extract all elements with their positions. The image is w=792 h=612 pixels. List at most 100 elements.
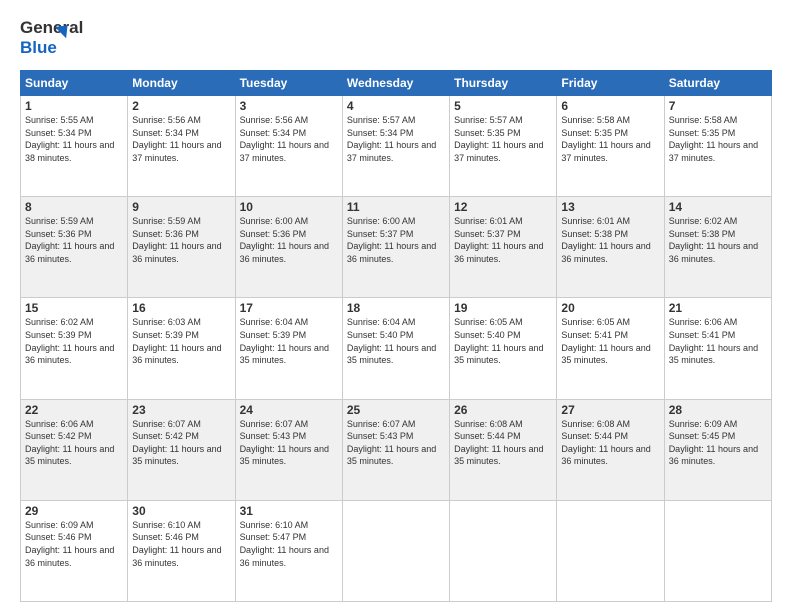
calendar-week-2: 8Sunrise: 5:59 AMSunset: 5:36 PMDaylight… (21, 197, 772, 298)
calendar-cell: 23Sunrise: 6:07 AMSunset: 5:42 PMDayligh… (128, 399, 235, 500)
day-info: Sunrise: 5:56 AMSunset: 5:34 PMDaylight:… (240, 114, 338, 164)
day-number: 18 (347, 301, 445, 315)
calendar-cell: 1Sunrise: 5:55 AMSunset: 5:34 PMDaylight… (21, 96, 128, 197)
calendar-cell: 11Sunrise: 6:00 AMSunset: 5:37 PMDayligh… (342, 197, 449, 298)
day-info: Sunrise: 5:58 AMSunset: 5:35 PMDaylight:… (669, 114, 767, 164)
day-number: 23 (132, 403, 230, 417)
day-number: 24 (240, 403, 338, 417)
calendar-cell: 3Sunrise: 5:56 AMSunset: 5:34 PMDaylight… (235, 96, 342, 197)
calendar-week-5: 29Sunrise: 6:09 AMSunset: 5:46 PMDayligh… (21, 500, 772, 601)
calendar-cell: 28Sunrise: 6:09 AMSunset: 5:45 PMDayligh… (664, 399, 771, 500)
calendar-cell: 25Sunrise: 6:07 AMSunset: 5:43 PMDayligh… (342, 399, 449, 500)
calendar-header-friday: Friday (557, 71, 664, 96)
day-number: 14 (669, 200, 767, 214)
calendar-cell: 20Sunrise: 6:05 AMSunset: 5:41 PMDayligh… (557, 298, 664, 399)
calendar-header-saturday: Saturday (664, 71, 771, 96)
calendar-cell: 12Sunrise: 6:01 AMSunset: 5:37 PMDayligh… (450, 197, 557, 298)
calendar-cell: 2Sunrise: 5:56 AMSunset: 5:34 PMDaylight… (128, 96, 235, 197)
calendar-header-sunday: Sunday (21, 71, 128, 96)
day-info: Sunrise: 6:05 AMSunset: 5:41 PMDaylight:… (561, 316, 659, 366)
calendar-week-1: 1Sunrise: 5:55 AMSunset: 5:34 PMDaylight… (21, 96, 772, 197)
day-number: 13 (561, 200, 659, 214)
day-number: 20 (561, 301, 659, 315)
day-number: 16 (132, 301, 230, 315)
day-info: Sunrise: 5:58 AMSunset: 5:35 PMDaylight:… (561, 114, 659, 164)
day-info: Sunrise: 6:10 AMSunset: 5:47 PMDaylight:… (240, 519, 338, 569)
calendar-cell: 4Sunrise: 5:57 AMSunset: 5:34 PMDaylight… (342, 96, 449, 197)
day-info: Sunrise: 5:55 AMSunset: 5:34 PMDaylight:… (25, 114, 123, 164)
day-info: Sunrise: 5:57 AMSunset: 5:34 PMDaylight:… (347, 114, 445, 164)
day-info: Sunrise: 6:00 AMSunset: 5:36 PMDaylight:… (240, 215, 338, 265)
day-number: 17 (240, 301, 338, 315)
day-number: 21 (669, 301, 767, 315)
calendar-cell: 8Sunrise: 5:59 AMSunset: 5:36 PMDaylight… (21, 197, 128, 298)
calendar-week-3: 15Sunrise: 6:02 AMSunset: 5:39 PMDayligh… (21, 298, 772, 399)
day-number: 2 (132, 99, 230, 113)
calendar-cell: 14Sunrise: 6:02 AMSunset: 5:38 PMDayligh… (664, 197, 771, 298)
day-info: Sunrise: 6:04 AMSunset: 5:40 PMDaylight:… (347, 316, 445, 366)
calendar-table: SundayMondayTuesdayWednesdayThursdayFrid… (20, 70, 772, 602)
calendar-cell: 18Sunrise: 6:04 AMSunset: 5:40 PMDayligh… (342, 298, 449, 399)
day-number: 26 (454, 403, 552, 417)
day-number: 12 (454, 200, 552, 214)
day-info: Sunrise: 5:56 AMSunset: 5:34 PMDaylight:… (132, 114, 230, 164)
calendar-cell (450, 500, 557, 601)
day-info: Sunrise: 6:07 AMSunset: 5:43 PMDaylight:… (240, 418, 338, 468)
day-number: 29 (25, 504, 123, 518)
calendar-cell: 15Sunrise: 6:02 AMSunset: 5:39 PMDayligh… (21, 298, 128, 399)
calendar-cell: 5Sunrise: 5:57 AMSunset: 5:35 PMDaylight… (450, 96, 557, 197)
day-info: Sunrise: 6:10 AMSunset: 5:46 PMDaylight:… (132, 519, 230, 569)
day-number: 25 (347, 403, 445, 417)
day-info: Sunrise: 6:09 AMSunset: 5:46 PMDaylight:… (25, 519, 123, 569)
day-info: Sunrise: 6:01 AMSunset: 5:38 PMDaylight:… (561, 215, 659, 265)
calendar-cell: 16Sunrise: 6:03 AMSunset: 5:39 PMDayligh… (128, 298, 235, 399)
calendar-header-monday: Monday (128, 71, 235, 96)
day-info: Sunrise: 6:05 AMSunset: 5:40 PMDaylight:… (454, 316, 552, 366)
calendar-week-4: 22Sunrise: 6:06 AMSunset: 5:42 PMDayligh… (21, 399, 772, 500)
day-info: Sunrise: 6:07 AMSunset: 5:42 PMDaylight:… (132, 418, 230, 468)
calendar-header-tuesday: Tuesday (235, 71, 342, 96)
day-info: Sunrise: 6:09 AMSunset: 5:45 PMDaylight:… (669, 418, 767, 468)
day-info: Sunrise: 5:59 AMSunset: 5:36 PMDaylight:… (25, 215, 123, 265)
calendar-cell: 21Sunrise: 6:06 AMSunset: 5:41 PMDayligh… (664, 298, 771, 399)
day-number: 15 (25, 301, 123, 315)
day-info: Sunrise: 6:02 AMSunset: 5:39 PMDaylight:… (25, 316, 123, 366)
day-number: 19 (454, 301, 552, 315)
calendar-cell: 13Sunrise: 6:01 AMSunset: 5:38 PMDayligh… (557, 197, 664, 298)
day-number: 4 (347, 99, 445, 113)
calendar-cell: 6Sunrise: 5:58 AMSunset: 5:35 PMDaylight… (557, 96, 664, 197)
day-number: 28 (669, 403, 767, 417)
page: General Blue SundayMondayTuesdayWednesda… (0, 0, 792, 612)
calendar-cell: 26Sunrise: 6:08 AMSunset: 5:44 PMDayligh… (450, 399, 557, 500)
day-info: Sunrise: 5:59 AMSunset: 5:36 PMDaylight:… (132, 215, 230, 265)
calendar-cell: 30Sunrise: 6:10 AMSunset: 5:46 PMDayligh… (128, 500, 235, 601)
day-number: 22 (25, 403, 123, 417)
day-info: Sunrise: 6:06 AMSunset: 5:41 PMDaylight:… (669, 316, 767, 366)
calendar-cell: 31Sunrise: 6:10 AMSunset: 5:47 PMDayligh… (235, 500, 342, 601)
day-info: Sunrise: 6:03 AMSunset: 5:39 PMDaylight:… (132, 316, 230, 366)
day-number: 30 (132, 504, 230, 518)
day-info: Sunrise: 5:57 AMSunset: 5:35 PMDaylight:… (454, 114, 552, 164)
calendar-header-row: SundayMondayTuesdayWednesdayThursdayFrid… (21, 71, 772, 96)
day-number: 1 (25, 99, 123, 113)
calendar-cell: 19Sunrise: 6:05 AMSunset: 5:40 PMDayligh… (450, 298, 557, 399)
calendar-cell: 27Sunrise: 6:08 AMSunset: 5:44 PMDayligh… (557, 399, 664, 500)
calendar-header-thursday: Thursday (450, 71, 557, 96)
header: General Blue (20, 18, 772, 60)
calendar-cell (664, 500, 771, 601)
day-info: Sunrise: 6:08 AMSunset: 5:44 PMDaylight:… (561, 418, 659, 468)
day-info: Sunrise: 6:02 AMSunset: 5:38 PMDaylight:… (669, 215, 767, 265)
day-number: 31 (240, 504, 338, 518)
calendar-header-wednesday: Wednesday (342, 71, 449, 96)
day-number: 8 (25, 200, 123, 214)
calendar-cell (342, 500, 449, 601)
calendar-cell: 29Sunrise: 6:09 AMSunset: 5:46 PMDayligh… (21, 500, 128, 601)
logo: General Blue (20, 18, 74, 60)
calendar-cell: 24Sunrise: 6:07 AMSunset: 5:43 PMDayligh… (235, 399, 342, 500)
calendar-cell: 17Sunrise: 6:04 AMSunset: 5:39 PMDayligh… (235, 298, 342, 399)
day-info: Sunrise: 6:01 AMSunset: 5:37 PMDaylight:… (454, 215, 552, 265)
day-info: Sunrise: 6:08 AMSunset: 5:44 PMDaylight:… (454, 418, 552, 468)
calendar-cell (557, 500, 664, 601)
day-number: 7 (669, 99, 767, 113)
day-number: 11 (347, 200, 445, 214)
